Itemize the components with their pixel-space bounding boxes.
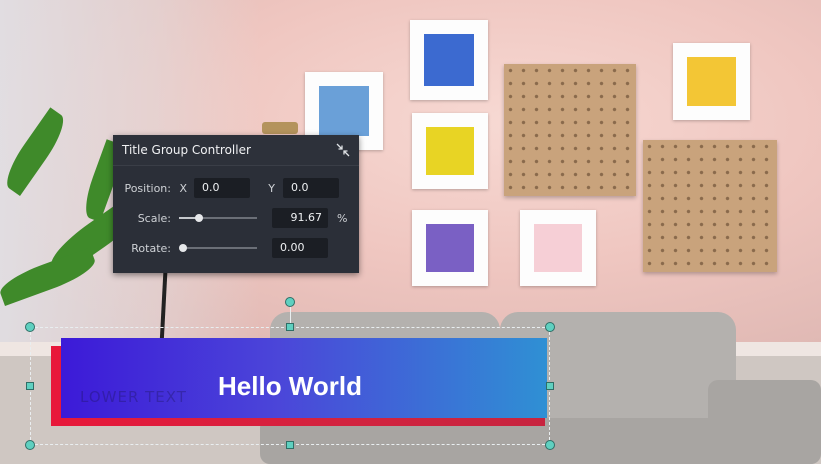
position-x-label: X: [179, 182, 187, 195]
picture-frame: [520, 210, 596, 286]
rotate-label: Rotate:: [131, 242, 171, 255]
position-y-label: Y: [268, 182, 275, 195]
picture-frame: [412, 113, 488, 189]
resize-handle-bottom[interactable]: [286, 441, 294, 449]
resize-handle-bottom-left[interactable]: [25, 440, 35, 450]
resize-handle-top-left[interactable]: [25, 322, 35, 332]
resize-handle-top[interactable]: [286, 323, 294, 331]
panel-header: Title Group Controller: [113, 135, 359, 166]
title-group-controller-panel: Title Group Controller Position: X 0.0 Y…: [113, 135, 359, 273]
resize-handle-right[interactable]: [546, 382, 554, 390]
collapse-arrows-icon[interactable]: [336, 143, 350, 157]
position-y-input[interactable]: 0.0: [283, 178, 339, 198]
scale-label: Scale:: [137, 212, 171, 225]
picture-frame: [412, 210, 488, 286]
panel-title: Title Group Controller: [122, 143, 251, 157]
picture-frame: [673, 43, 750, 120]
pegboard: [643, 140, 777, 272]
scale-unit: %: [337, 212, 348, 225]
rotate-slider[interactable]: [183, 247, 257, 249]
resize-handle-top-right[interactable]: [545, 322, 555, 332]
rotate-input[interactable]: 0.00: [272, 238, 328, 258]
pegboard: [504, 64, 636, 196]
video-preview: Title Group Controller Position: X 0.0 Y…: [0, 0, 821, 464]
selection-box[interactable]: [30, 327, 550, 445]
picture-frame: [410, 20, 488, 100]
resize-handle-left[interactable]: [26, 382, 34, 390]
position-label: Position:: [124, 182, 171, 195]
scale-slider-knob[interactable]: [194, 214, 203, 222]
resize-handle-bottom-right[interactable]: [545, 440, 555, 450]
rotate-handle[interactable]: [285, 297, 295, 307]
scale-input[interactable]: 91.67: [272, 208, 328, 228]
rotate-slider-knob[interactable]: [179, 244, 187, 252]
lamp-arm: [262, 122, 298, 134]
position-x-input[interactable]: 0.0: [194, 178, 250, 198]
